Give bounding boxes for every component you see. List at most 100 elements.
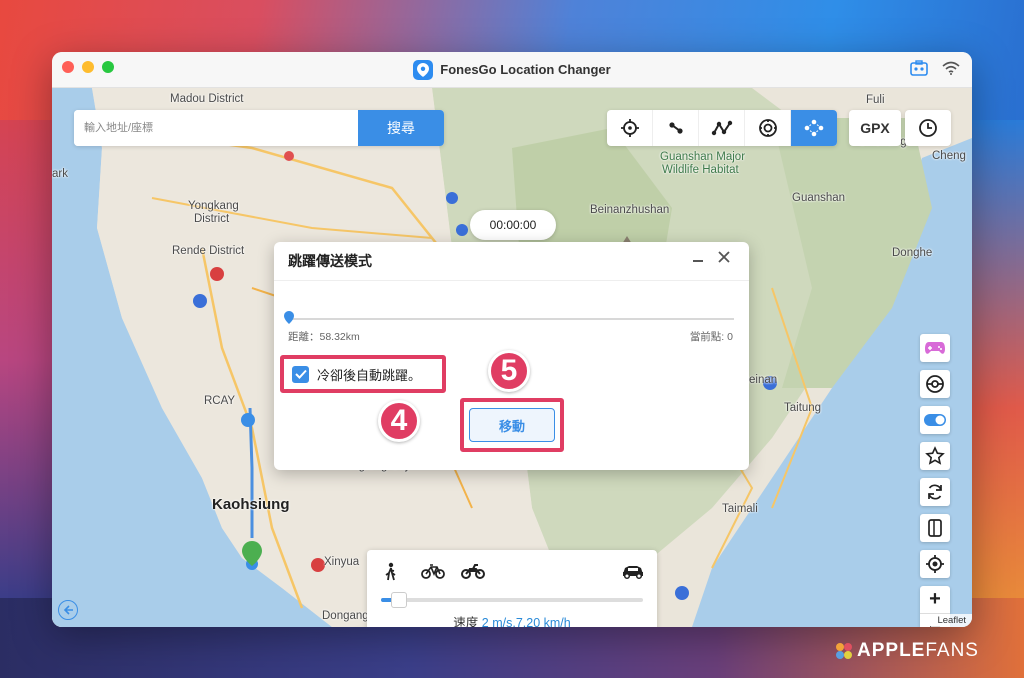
joystick-icon (758, 119, 777, 137)
titlebar-actions (910, 60, 960, 81)
map-label-city: Kaohsiung (212, 496, 290, 513)
minimize-window-button[interactable] (82, 61, 94, 73)
refresh-button[interactable] (920, 478, 950, 506)
watermark-apple: APPLE (857, 640, 926, 661)
multi-spot-mode-button[interactable] (699, 110, 745, 146)
map-label: Madou District (170, 93, 244, 105)
clock-icon (919, 119, 937, 137)
dialog-header: 跳躍傳送模式 (274, 242, 749, 280)
map-label: District (194, 213, 230, 225)
app-title-text: FonesGo Location Changer (440, 62, 611, 77)
gpx-import-button[interactable]: GPX (849, 110, 901, 146)
desktop-wallpaper-right (964, 120, 1024, 600)
map-label: Cheng (932, 150, 966, 162)
map-label: ark (52, 168, 68, 180)
minimize-icon[interactable] (691, 251, 705, 270)
search-button[interactable]: 搜尋 (358, 110, 444, 146)
map-label: Guanshan Major (660, 151, 746, 163)
app-window: FonesGo Location Changer Madou District … (52, 52, 972, 627)
title-bar: FonesGo Location Changer (52, 52, 972, 88)
speed-value: 2 m/s,7.20 km/h (481, 616, 571, 627)
step-badge-4: 4 (378, 400, 420, 442)
close-window-button[interactable] (62, 61, 74, 73)
auto-jump-option[interactable]: 冷卻後自動跳躍。 (280, 355, 446, 393)
map-label: einan (749, 374, 778, 386)
dialog-title: 跳躍傳送模式 (288, 253, 372, 269)
map-label: RCAY (204, 395, 236, 407)
jump-teleport-dialog: 跳躍傳送模式 距離：58.32km 當前點: 0 冷卻後自動跳躍。 移動 4 5 (274, 242, 749, 470)
map-attribution[interactable]: Leaflet (931, 614, 972, 627)
route-start-pin-icon[interactable] (284, 311, 294, 329)
bike-icon[interactable] (421, 562, 445, 585)
toggle-button[interactable] (920, 406, 950, 434)
map-label: Xinyua (324, 556, 360, 568)
search-input[interactable] (74, 110, 358, 146)
wifi-icon[interactable] (942, 61, 960, 80)
auto-jump-checkbox[interactable] (292, 365, 309, 383)
jump-teleport-icon (804, 119, 824, 137)
jump-teleport-mode-button[interactable] (791, 110, 837, 146)
speed-slider-handle[interactable] (391, 592, 407, 608)
applefans-watermark: APPLEFANS (835, 640, 979, 662)
speed-readout: 速度 2 m/s,7.20 km/h (367, 612, 657, 627)
zoom-in-button[interactable]: + (920, 586, 950, 614)
pokeball-button[interactable] (920, 370, 950, 398)
toolbox-icon[interactable] (910, 60, 928, 81)
auto-jump-label: 冷卻後自動跳躍。 (317, 367, 422, 383)
map-view[interactable]: Madou District Fuli Guanshan Major Wildl… (52, 88, 972, 627)
move-button-highlight: 移動 (460, 398, 564, 452)
locate-me-button[interactable] (920, 550, 950, 578)
checkmark-icon (294, 369, 307, 379)
walk-icon[interactable] (383, 562, 399, 587)
toggle-icon (924, 414, 946, 426)
device-button[interactable] (920, 514, 950, 542)
mode-toolbar (607, 110, 837, 146)
current-point-label: 當前點: 0 (689, 331, 733, 343)
map-label: Guanshan (792, 192, 846, 204)
map-label: Fuli (866, 94, 885, 106)
map-label: Rende District (172, 245, 245, 257)
back-arrow-icon[interactable] (58, 600, 78, 620)
car-icon[interactable] (621, 562, 645, 585)
map-label: Wildlife Habitat (662, 164, 739, 176)
gamepad-button[interactable] (920, 334, 950, 362)
app-logo-icon (413, 59, 434, 80)
close-icon[interactable] (717, 248, 731, 269)
multi-spot-route-icon (711, 120, 732, 136)
speed-panel: 速度 2 m/s,7.20 km/h (367, 550, 657, 627)
search-bar: 搜尋 (74, 110, 444, 146)
window-controls (62, 61, 114, 73)
gamepad-icon (925, 342, 945, 354)
map-label: Beinanzhushan (590, 204, 670, 216)
app-title: FonesGo Location Changer (413, 59, 611, 80)
speed-slider[interactable] (381, 592, 643, 608)
movement-mode-icons (383, 562, 645, 588)
phone-icon (928, 519, 942, 537)
joystick-mode-button[interactable] (745, 110, 791, 146)
refresh-icon (928, 484, 942, 500)
history-button[interactable] (905, 110, 951, 146)
teleport-mode-button[interactable] (607, 110, 653, 146)
zoom-window-button[interactable] (102, 61, 114, 73)
map-label: Taimali (722, 503, 758, 515)
move-button[interactable]: 移動 (469, 408, 555, 442)
star-icon (925, 446, 945, 465)
distance-label: 距離：58.32km (288, 331, 360, 343)
map-label: Taitung (784, 402, 822, 414)
map-label: Donghe (892, 247, 933, 259)
pokeball-icon (926, 375, 944, 393)
two-spot-route-icon (668, 122, 683, 134)
two-spot-mode-button[interactable] (653, 110, 699, 146)
speed-label: 速度 (453, 616, 479, 627)
locate-icon (926, 555, 944, 573)
favorites-button[interactable] (920, 442, 950, 470)
right-toolbar (920, 334, 950, 578)
watermark-fans: FANS (925, 640, 979, 661)
dialog-divider (274, 280, 749, 281)
desktop-wallpaper-left (0, 120, 52, 600)
applefans-logo-icon (836, 643, 852, 659)
map-label: Dongang (322, 610, 369, 622)
motorbike-icon[interactable] (461, 562, 485, 585)
map-label: Yongkang (188, 200, 239, 212)
route-progress-track[interactable] (288, 318, 734, 320)
